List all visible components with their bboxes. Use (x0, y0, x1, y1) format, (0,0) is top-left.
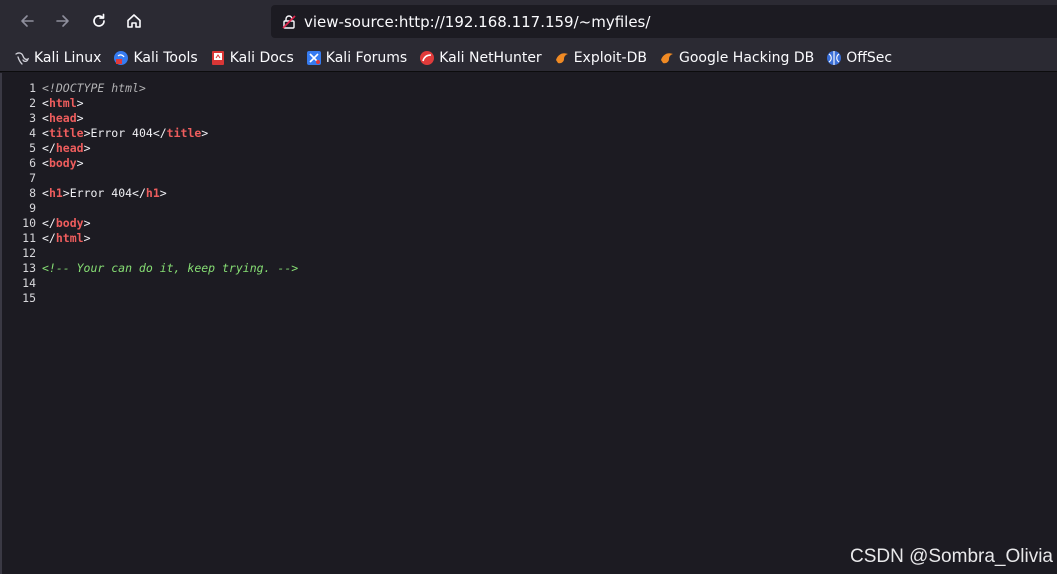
arrow-right-icon (56, 15, 69, 27)
reload-icon (93, 13, 105, 27)
bookmark-google-hacking-db[interactable]: Google Hacking DB (659, 46, 814, 70)
kali-docs-icon (210, 50, 226, 66)
source-line: 6 <body> (29, 156, 84, 170)
html-comment: <!-- Your can do it, keep trying. --> (42, 261, 299, 275)
source-line: 9 (29, 201, 36, 215)
exploit-db-icon (554, 50, 570, 66)
source-line: 5 </head> (29, 141, 91, 155)
source-line: 2 <html> (29, 96, 84, 110)
forward-button[interactable] (48, 6, 78, 36)
source-line: 10 </body> (22, 216, 91, 230)
source-line: 12 (22, 246, 36, 260)
source-line: 13 <!-- Your can do it, keep trying. --> (22, 261, 299, 275)
ghdb-icon (659, 50, 675, 66)
bookmark-kali-linux[interactable]: Kali Linux (14, 46, 101, 70)
kali-forums-icon (306, 50, 322, 66)
bookmark-offsec[interactable]: OffSec (826, 46, 892, 70)
watermark: CSDN @Sombra_Olivia (849, 546, 1053, 567)
offsec-icon (826, 50, 842, 66)
reload-button[interactable] (84, 6, 114, 36)
bookmark-kali-nethunter[interactable]: Kali NetHunter (419, 46, 542, 70)
arrow-left-icon (21, 15, 34, 27)
source-line: 11 </html> (22, 231, 91, 245)
source-line: 15 (22, 291, 36, 305)
source-line: 14 (22, 276, 36, 290)
source-line: 1 <!DOCTYPE html> (29, 81, 146, 95)
kali-dragon-icon (14, 50, 30, 66)
source-line: 3 <head> (29, 111, 84, 125)
bookmark-kali-tools[interactable]: Kali Tools (113, 46, 198, 70)
source-line: 8 <h1>Error 404</h1> (29, 186, 167, 200)
bookmarks-bar: Kali Linux Kali Tools Kali Docs Kali For… (0, 44, 1057, 72)
url-text[interactable]: view-source:http://192.168.117.159/~myfi… (304, 13, 650, 31)
home-icon (127, 14, 141, 28)
url-bar[interactable]: view-source:http://192.168.117.159/~myfi… (271, 5, 1057, 38)
source-line: 4 <title>Error 404</title> (29, 126, 209, 140)
bookmark-exploit-db[interactable]: Exploit-DB (554, 46, 647, 70)
source-listing: 1 <!DOCTYPE html> 2 <html> 3 <head> 4 <title… (2, 81, 298, 306)
nethunter-icon (419, 50, 435, 66)
insecure-lock-icon[interactable] (279, 12, 299, 32)
source-line: 7 (29, 171, 36, 185)
kali-tools-icon (113, 50, 129, 66)
bookmark-kali-docs[interactable]: Kali Docs (210, 46, 294, 70)
browser-toolbar: view-source:http://192.168.117.159/~myfi… (0, 0, 1057, 44)
view-source-content: 1 <!DOCTYPE html> 2 <html> 3 <head> 4 <title… (0, 73, 1057, 574)
back-button[interactable] (12, 6, 42, 36)
home-button[interactable] (119, 6, 149, 36)
bookmark-kali-forums[interactable]: Kali Forums (306, 46, 407, 70)
